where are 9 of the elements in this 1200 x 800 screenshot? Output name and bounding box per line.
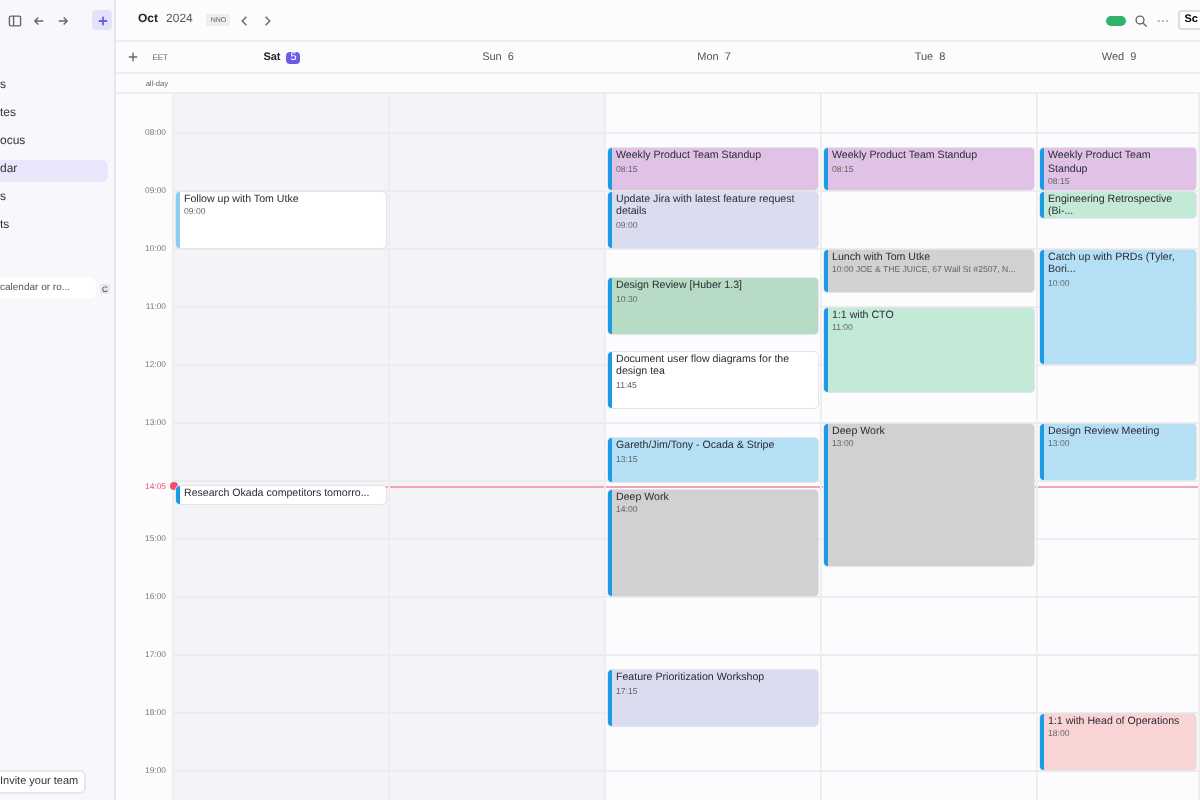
add-button[interactable] <box>92 10 112 30</box>
previous-chevron-icon[interactable] <box>238 13 253 27</box>
forward-arrow-icon[interactable] <box>56 13 70 27</box>
sidebar-toggle-icon[interactable] <box>8 13 22 27</box>
toggle-switch[interactable] <box>1106 15 1127 25</box>
add-icon[interactable] <box>126 50 140 64</box>
next-chevron-icon[interactable] <box>260 13 275 27</box>
back-arrow-icon[interactable] <box>32 13 46 27</box>
search-icon[interactable] <box>1134 13 1149 27</box>
